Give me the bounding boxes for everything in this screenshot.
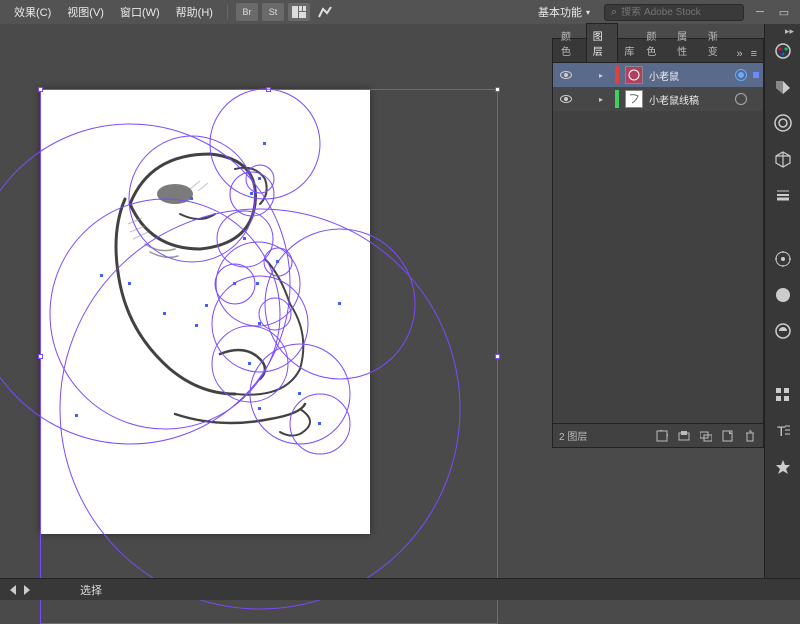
- tab-properties[interactable]: 属性: [671, 24, 702, 62]
- dock-color-button[interactable]: [771, 40, 795, 62]
- symbols-icon: [774, 458, 792, 476]
- tab-libraries[interactable]: 库: [618, 39, 640, 62]
- tab-gradient[interactable]: 渐变: [702, 24, 733, 62]
- locate-icon: [656, 430, 668, 442]
- layer-row[interactable]: ▸ 小老鼠线稿: [553, 87, 763, 111]
- search-box[interactable]: ⌕: [604, 4, 744, 21]
- workspace-switcher[interactable]: 基本功能 ▾: [532, 2, 596, 22]
- selection-handle-n[interactable]: [266, 87, 271, 92]
- new-icon: [722, 430, 734, 442]
- mask-icon: [678, 430, 690, 442]
- menu-view[interactable]: 视图(V): [61, 2, 110, 22]
- layer-name[interactable]: 小老鼠线稿: [649, 92, 729, 107]
- chevron-down-icon: ▾: [586, 8, 590, 17]
- rocket-icon: [317, 5, 333, 19]
- expand-toggle[interactable]: ▸: [599, 71, 609, 80]
- locate-object-button[interactable]: [655, 429, 669, 443]
- swatches-icon: [774, 78, 792, 96]
- eye-icon: [560, 71, 572, 79]
- layer-row[interactable]: ▸ 小老鼠: [553, 63, 763, 87]
- selection-indicator: [753, 72, 759, 78]
- layers-panel: 颜色 图层 库 颜色 属性 渐变 » ≡ ▸ 小老鼠 ▸ 小老鼠线稿: [552, 38, 764, 448]
- type-icon: T: [774, 422, 792, 440]
- panel-footer: 2 图层: [553, 423, 763, 447]
- layer-list: ▸ 小老鼠 ▸ 小老鼠线稿: [553, 63, 763, 423]
- dock-transparency-button[interactable]: [771, 284, 795, 306]
- selection-bounds[interactable]: [40, 89, 498, 624]
- dock-collapse-button[interactable]: ▸▸: [785, 26, 794, 37]
- selection-handle-w[interactable]: [38, 354, 43, 359]
- cloud-icon: [774, 114, 792, 132]
- sublayer-icon: [700, 430, 712, 442]
- next-artboard-button[interactable]: [24, 585, 30, 595]
- appearance-icon: [774, 322, 792, 340]
- menu-help[interactable]: 帮助(H): [170, 2, 219, 22]
- prev-artboard-button[interactable]: [10, 585, 16, 595]
- arrange-docs-button[interactable]: [288, 3, 310, 21]
- separator: [227, 4, 228, 20]
- expand-toggle[interactable]: ▸: [599, 95, 609, 104]
- stock-button[interactable]: St: [262, 3, 284, 21]
- cube-icon: [774, 150, 792, 168]
- tab-color2[interactable]: 颜色: [640, 24, 671, 62]
- layer-thumbnail: [625, 66, 643, 84]
- transparency-icon: [774, 286, 792, 304]
- layer-color-chip: [615, 90, 619, 108]
- dock-graphic-styles-button[interactable]: [771, 384, 795, 406]
- dock-cc-libraries-button[interactable]: [771, 112, 795, 134]
- svg-text:T: T: [777, 423, 786, 439]
- panel-tabs: 颜色 图层 库 颜色 属性 渐变 » ≡: [553, 39, 763, 63]
- workspace-label-text: 基本功能: [538, 4, 582, 20]
- statusbar: 选择: [0, 578, 800, 600]
- gradient-icon: [774, 250, 792, 268]
- new-sublayer-button[interactable]: [699, 429, 713, 443]
- panel-overflow-button[interactable]: »: [732, 46, 746, 62]
- dock-gradient-button[interactable]: [771, 248, 795, 270]
- dock-symbols-button[interactable]: [771, 456, 795, 478]
- search-icon: ⌕: [611, 6, 617, 19]
- search-input[interactable]: [621, 7, 721, 18]
- layer-color-chip: [615, 66, 619, 84]
- stroke-icon: [774, 186, 792, 204]
- eye-icon: [560, 95, 572, 103]
- dock-stroke-button[interactable]: [771, 184, 795, 206]
- trash-icon: [744, 430, 756, 442]
- layer-name[interactable]: 小老鼠: [649, 68, 729, 83]
- layer-thumbnail: [625, 90, 643, 108]
- dock-appearance-button[interactable]: [771, 320, 795, 342]
- status-tool-label: 选择: [80, 582, 102, 598]
- palette-icon: [774, 42, 792, 60]
- dock-align-button[interactable]: T: [771, 420, 795, 442]
- panel-menu-button[interactable]: ≡: [747, 46, 761, 62]
- dock-brushes-button[interactable]: [771, 148, 795, 170]
- right-dock: ▸▸ T: [764, 24, 800, 600]
- selection-handle-nw[interactable]: [38, 87, 43, 92]
- restore-button[interactable]: ▭: [776, 5, 792, 19]
- target-button[interactable]: [735, 69, 747, 81]
- make-clipping-mask-button[interactable]: [677, 429, 691, 443]
- target-button[interactable]: [735, 93, 747, 105]
- delete-layer-button[interactable]: [743, 429, 757, 443]
- selection-handle-ne[interactable]: [495, 87, 500, 92]
- bridge-button[interactable]: Br: [236, 3, 258, 21]
- gpu-preview-button[interactable]: [314, 3, 336, 21]
- menubar: 效果(C) 视图(V) 窗口(W) 帮助(H) Br St 基本功能 ▾ ⌕ ─…: [0, 0, 800, 24]
- tab-color[interactable]: 颜色: [555, 24, 586, 62]
- visibility-toggle[interactable]: [557, 71, 575, 79]
- visibility-toggle[interactable]: [557, 95, 575, 103]
- layer-count: 2 图层: [559, 428, 587, 443]
- grid-icon: [774, 386, 792, 404]
- menu-effects[interactable]: 效果(C): [8, 2, 57, 22]
- tab-layers[interactable]: 图层: [586, 23, 619, 62]
- minimize-button[interactable]: ─: [752, 5, 768, 19]
- menu-window[interactable]: 窗口(W): [114, 2, 166, 22]
- selection-handle-e[interactable]: [495, 354, 500, 359]
- new-layer-button[interactable]: [721, 429, 735, 443]
- dock-swatches-button[interactable]: [771, 76, 795, 98]
- grid-icon: [292, 6, 306, 18]
